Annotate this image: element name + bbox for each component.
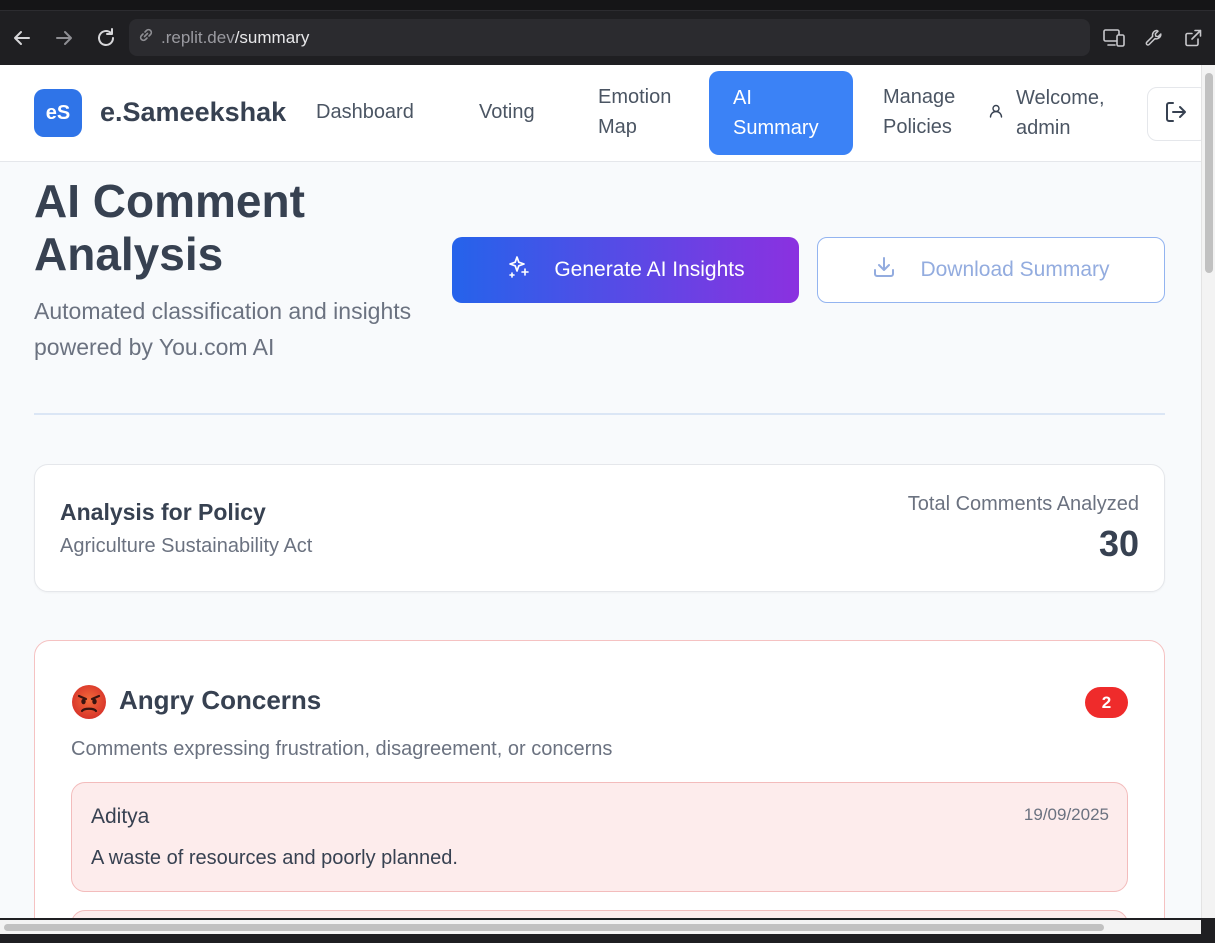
- page-subtitle: Automated classification and insights po…: [34, 298, 412, 360]
- link-icon: [137, 26, 155, 49]
- section-divider: [34, 413, 1165, 415]
- angry-concerns-description: Comments expressing frustration, disagre…: [71, 738, 613, 760]
- horizontal-scrollbar-thumb[interactable]: [4, 924, 1104, 931]
- reload-icon[interactable]: [93, 25, 119, 51]
- app-logo[interactable]: eS: [34, 89, 82, 137]
- page-viewport: eS e.Sameekshak Dashboard Voting Emotion…: [0, 65, 1201, 918]
- welcome-text: Welcome, admin: [1016, 87, 1105, 139]
- back-icon[interactable]: [9, 25, 35, 51]
- download-summary-label: Download Summary: [920, 258, 1110, 281]
- logout-icon: [1164, 100, 1188, 129]
- comment-card: Aditya 19/09/2025 A waste of resources a…: [71, 782, 1128, 892]
- angry-face-icon: [71, 684, 107, 720]
- horizontal-scrollbar[interactable]: [0, 918, 1215, 943]
- total-comments-label: Total Comments Analyzed: [907, 493, 1139, 515]
- total-comments-value: 30: [1098, 523, 1139, 564]
- comment-author: Aditya: [91, 805, 150, 828]
- generate-insights-label: Generate AI Insights: [554, 258, 745, 281]
- vertical-scrollbar-thumb[interactable]: [1205, 73, 1213, 273]
- nav-manage-policies[interactable]: Manage Policies: [883, 82, 983, 142]
- logout-button[interactable]: [1147, 87, 1201, 141]
- browser-tab-strip: [0, 0, 1215, 11]
- policy-name: Agriculture Sustainability Act: [60, 535, 313, 557]
- angry-concerns-title: Angry Concerns: [119, 685, 322, 715]
- download-icon: [872, 255, 920, 285]
- url-host: .replit.dev: [161, 27, 235, 47]
- generate-insights-button[interactable]: Generate AI Insights: [452, 237, 799, 303]
- comment-text: A waste of resources and poorly planned.: [91, 847, 458, 869]
- user-info[interactable]: Welcome, admin: [988, 83, 1126, 143]
- comment-card-partial: [71, 910, 1128, 918]
- angry-concerns-section: Angry Concerns 2 Comments expressing fru…: [34, 640, 1165, 918]
- nav-voting[interactable]: Voting: [479, 97, 535, 127]
- policy-summary-card: Analysis for Policy Agriculture Sustaina…: [34, 464, 1165, 592]
- url-text: .replit.dev/summary: [161, 28, 309, 48]
- page-title: AI Comment Analysis: [34, 175, 305, 280]
- angry-count-badge: 2: [1085, 687, 1128, 718]
- url-path: /summary: [234, 27, 310, 47]
- wrench-icon[interactable]: [1142, 26, 1166, 50]
- sparkles-icon: [506, 254, 554, 286]
- forward-icon[interactable]: [51, 25, 77, 51]
- browser-toolbar: .replit.dev/summary: [0, 11, 1215, 65]
- policy-label: Analysis for Policy: [60, 499, 266, 525]
- user-icon: [988, 103, 1004, 124]
- app-header: eS e.Sameekshak Dashboard Voting Emotion…: [0, 65, 1201, 162]
- nav-ai-summary[interactable]: AI Summary: [709, 71, 853, 155]
- download-summary-button[interactable]: Download Summary: [817, 237, 1165, 303]
- nav-emotion-map[interactable]: Emotion Map: [598, 82, 698, 142]
- devices-icon[interactable]: [1102, 26, 1126, 50]
- comment-date: 19/09/2025: [1023, 805, 1109, 824]
- vertical-scrollbar[interactable]: [1201, 65, 1215, 918]
- nav-dashboard[interactable]: Dashboard: [316, 97, 414, 127]
- address-bar[interactable]: .replit.dev/summary: [129, 19, 1090, 56]
- brand-name[interactable]: e.Sameekshak: [100, 97, 286, 128]
- open-external-icon[interactable]: [1181, 26, 1205, 50]
